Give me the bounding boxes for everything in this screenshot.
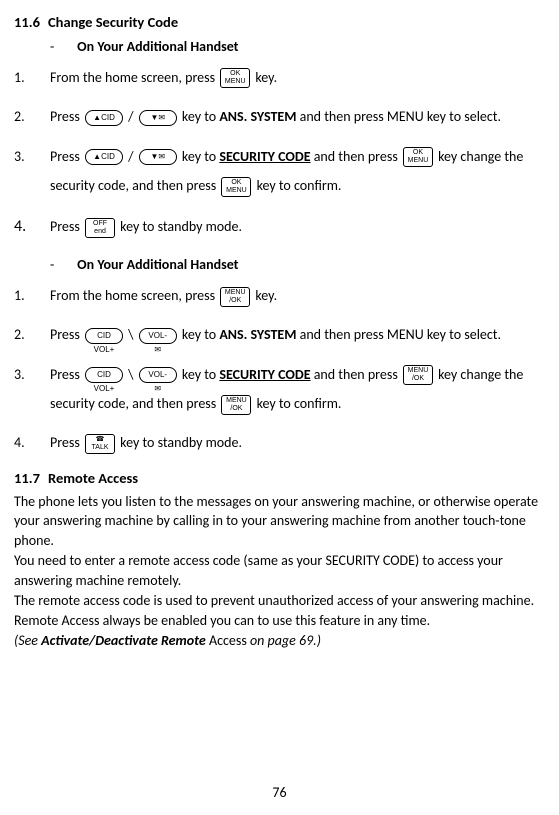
cid-volplus-key-icon: CIDVOL+: [85, 328, 123, 344]
step-item: 4.Press OFFend key to standby mode.: [14, 210, 545, 244]
step-item: 4.Press ☎TALK key to standby mode.: [14, 428, 545, 457]
step-text: and then press: [311, 366, 401, 383]
step-item: 3.Press ▲CID / ▼✉ key to SECURITY CODE a…: [14, 142, 545, 201]
down-msg-key-icon: ▼✉: [139, 110, 177, 126]
step-text: /: [125, 108, 137, 125]
paragraph: The remote access code is used to preven…: [14, 591, 545, 611]
step-number: 3.: [14, 360, 50, 389]
step-bold-text: ANS. SYSTEM: [219, 108, 296, 125]
step-text: From the home screen, press: [50, 287, 218, 304]
volminus-key-icon: VOL-✉: [139, 328, 177, 344]
step-text: and then press MENU key to select.: [296, 326, 501, 343]
ok-menu-key-icon: OKMENU: [403, 147, 433, 167]
section-number: 11.6: [14, 12, 48, 34]
subhead-b: - On Your Additional Handset: [50, 254, 545, 275]
step-text: and then press MENU key to select.: [296, 108, 501, 125]
paragraph-part: (See: [14, 632, 41, 649]
step-text: From the home screen, press: [50, 69, 218, 86]
menu-ok-key-icon: MENU/OK: [220, 287, 250, 307]
step-number: 2.: [14, 320, 50, 349]
step-text: key.: [252, 69, 277, 86]
ok-menu-key-icon: OKMENU: [220, 68, 250, 88]
subhead-text: On Your Additional Handset: [77, 256, 238, 273]
step-text: key to confirm.: [253, 395, 341, 412]
step-text: /: [125, 148, 137, 165]
step-bold-underline-text: SECURITY CODE: [219, 366, 310, 383]
paragraph-part: Access: [206, 632, 250, 649]
page-number: 76: [0, 782, 559, 803]
step-number: 4.: [14, 428, 50, 457]
step-text: \: [125, 326, 137, 343]
cid-volplus-key-icon: CIDVOL+: [85, 367, 123, 383]
section-heading-11-7: 11.7Remote Access: [14, 468, 545, 490]
subhead-a: - On Your Additional Handset: [50, 36, 545, 57]
step-text: key to: [179, 108, 220, 125]
step-text: key to: [179, 148, 220, 165]
menu-ok-key-icon: MENU/OK: [403, 365, 433, 385]
down-msg-key-icon: ▼✉: [139, 149, 177, 165]
paragraph: You need to enter a remote access code (…: [14, 551, 545, 591]
talk-key-icon: ☎TALK: [85, 434, 115, 454]
step-text: Press: [50, 434, 83, 451]
section-title: Remote Access: [48, 469, 138, 487]
step-number: 1.: [14, 281, 50, 310]
up-cid-key-icon: ▲CID: [85, 149, 123, 165]
step-text: Press: [50, 108, 83, 125]
step-text: key to confirm.: [253, 177, 341, 194]
paragraph-part: on page 69.): [250, 632, 321, 649]
step-text: and then press: [311, 148, 401, 165]
step-item: 2.Press CIDVOL+ \ VOL-✉ key to ANS. SYST…: [14, 320, 545, 349]
step-number: 1.: [14, 63, 50, 92]
section-number: 11.7: [14, 468, 48, 490]
paragraph: Remote Access always be enabled you can …: [14, 611, 545, 631]
up-cid-key-icon: ▲CID: [85, 110, 123, 126]
step-text: Press: [50, 326, 83, 343]
paragraph-bold-italic: Activate/Deactivate Remote: [41, 632, 206, 649]
dash: -: [50, 254, 74, 275]
step-text: key.: [252, 287, 277, 304]
step-item: 1.From the home screen, press MENU/OK ke…: [14, 281, 545, 310]
section-title: Change Security Code: [48, 13, 178, 31]
step-item: 2.Press ▲CID / ▼✉ key to ANS. SYSTEM and…: [14, 102, 545, 131]
step-number: 3.: [14, 142, 50, 171]
section-heading-11-6: 11.6Change Security Code: [14, 12, 545, 34]
step-number: 2.: [14, 102, 50, 131]
dash: -: [50, 36, 74, 57]
menu-ok-key-icon: MENU/OK: [221, 395, 251, 415]
step-bold-text: ANS. SYSTEM: [219, 326, 296, 343]
step-text: Press: [50, 148, 83, 165]
subhead-text: On Your Additional Handset: [77, 38, 238, 55]
step-text: \: [125, 366, 137, 383]
step-text: key to: [179, 326, 220, 343]
paragraph: The phone lets you listen to the message…: [14, 492, 545, 552]
step-bold-underline-text: SECURITY CODE: [219, 148, 310, 165]
step-number: 4.: [14, 210, 50, 244]
steps-list-a: 1.From the home screen, press OKMENU key…: [14, 63, 545, 244]
step-text: Press: [50, 218, 83, 235]
ok-menu-key-icon: OKMENU: [221, 177, 251, 197]
off-end-key-icon: OFFend: [85, 218, 115, 238]
step-text: Press: [50, 366, 83, 383]
steps-list-b: 1.From the home screen, press MENU/OK ke…: [14, 281, 545, 458]
step-text: key to standby mode.: [117, 434, 242, 451]
step-item: 3.Press CIDVOL+ \ VOL-✉ key to SECURITY …: [14, 360, 545, 419]
step-item: 1.From the home screen, press OKMENU key…: [14, 63, 545, 92]
volminus-key-icon: VOL-✉: [139, 367, 177, 383]
step-text: key to: [179, 366, 220, 383]
step-text: key to standby mode.: [117, 218, 242, 235]
paragraph: (See Activate/Deactivate Remote Access o…: [14, 631, 545, 651]
